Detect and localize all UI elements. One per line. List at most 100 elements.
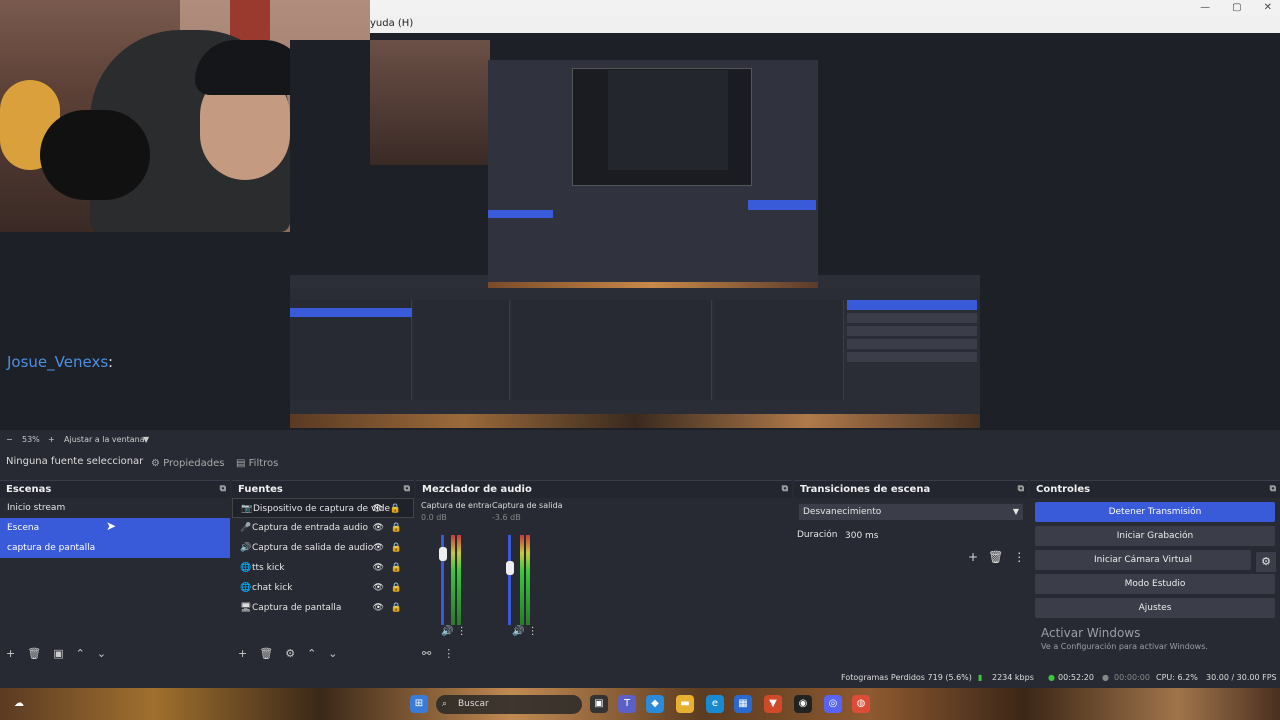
- mixer-channel-controls: 🔊 ⋮: [441, 626, 467, 637]
- preview-mini-btn-2: [847, 313, 977, 323]
- source-item[interactable]: 🖥Captura de pantalla 👁 🔒: [232, 598, 414, 618]
- source-item[interactable]: 🎤Captura de entrada audio 👁 🔒: [232, 518, 414, 538]
- undock-icon[interactable]: ⧉: [782, 481, 788, 498]
- signal-icon: ▮: [978, 673, 983, 682]
- chevron-up-icon[interactable]: ⌃: [76, 647, 85, 660]
- store-icon[interactable]: ▦: [734, 695, 752, 713]
- copilot-icon[interactable]: ◆: [646, 695, 664, 713]
- kebab-menu-icon[interactable]: ⋮: [528, 626, 538, 637]
- source-item[interactable]: 🌐tts kick 👁 🔒: [232, 558, 414, 578]
- studio-mode-button[interactable]: Modo Estudio: [1035, 574, 1275, 594]
- zoom-out-button[interactable]: −: [6, 433, 13, 447]
- lock-icon[interactable]: 🔒: [391, 558, 402, 578]
- chevron-down-icon[interactable]: ▼: [143, 433, 149, 447]
- transition-selected: Desvanecimiento: [803, 507, 882, 517]
- activate-windows-title: Activar Windows: [1041, 626, 1141, 640]
- preview-inner-cam: [370, 40, 490, 165]
- volume-slider[interactable]: [508, 535, 511, 625]
- maximize-button[interactable]: ▢: [1232, 0, 1241, 15]
- obs-icon[interactable]: ◉: [794, 695, 812, 713]
- kebab-menu-icon[interactable]: ⋮: [443, 647, 454, 660]
- volume-slider-knob[interactable]: [506, 561, 514, 575]
- close-button[interactable]: ✕: [1264, 0, 1272, 15]
- undock-icon[interactable]: ⧉: [1270, 481, 1276, 498]
- chevron-down-icon[interactable]: ⌄: [97, 647, 106, 660]
- discord-icon[interactable]: ◎: [824, 695, 842, 713]
- stop-stream-button[interactable]: Detener Transmisión: [1035, 502, 1275, 522]
- undock-icon[interactable]: ⧉: [220, 481, 226, 498]
- taskbar-search[interactable]: ⌕ Buscar: [436, 695, 582, 714]
- eye-icon[interactable]: 👁: [373, 538, 384, 558]
- teams-icon[interactable]: T: [618, 695, 636, 713]
- duration-input[interactable]: 300 ms: [841, 528, 1023, 544]
- minimize-button[interactable]: —: [1200, 0, 1210, 15]
- zoom-fit-label[interactable]: Ajustar a la ventana: [64, 433, 145, 447]
- lock-icon[interactable]: 🔒: [391, 598, 402, 618]
- audio-meter: [520, 535, 524, 625]
- eye-icon[interactable]: 👁: [373, 578, 384, 598]
- speaker-icon[interactable]: 🔊: [512, 626, 524, 637]
- eye-icon[interactable]: 👁: [373, 558, 384, 578]
- brave-icon[interactable]: ▼: [764, 695, 782, 713]
- start-recording-button[interactable]: Iniciar Grabación: [1035, 526, 1275, 546]
- source-label: tts kick: [252, 563, 285, 573]
- kebab-menu-icon[interactable]: ⋮: [457, 626, 467, 637]
- add-icon[interactable]: +: [968, 550, 978, 564]
- bitrate: 2234 kbps: [992, 673, 1034, 682]
- preview-mini-btn-5: [847, 352, 977, 362]
- preview-mini-scene-selected: [290, 308, 412, 317]
- source-item[interactable]: 📷Dispositivo de captura de vide 👁 🔒: [232, 498, 414, 518]
- zoom-in-button[interactable]: +: [48, 433, 55, 447]
- no-source-selected: Ninguna fuente seleccionar: [6, 456, 144, 467]
- trash-icon[interactable]: 🗑: [988, 550, 1003, 564]
- windows-start-icon[interactable]: ⊞: [410, 695, 428, 713]
- properties-tab[interactable]: ⚙ Propiedades: [147, 455, 228, 472]
- filters-tab[interactable]: ▤ Filtros: [232, 455, 282, 472]
- task-view-icon[interactable]: ▣: [590, 695, 608, 713]
- eye-icon[interactable]: 👁: [373, 518, 384, 538]
- stream-status-icon: ●: [1048, 673, 1055, 682]
- transition-select[interactable]: Desvanecimiento ▼: [799, 504, 1023, 520]
- chevron-up-icon[interactable]: ⌃: [307, 647, 316, 660]
- kebab-menu-icon[interactable]: ⋮: [1013, 550, 1025, 564]
- chrome-icon[interactable]: ◍: [852, 695, 870, 713]
- link-icon[interactable]: ⚯: [422, 647, 431, 660]
- lock-icon[interactable]: 🔒: [391, 578, 402, 598]
- preview-inner-screenshot: [488, 60, 818, 292]
- eye-icon[interactable]: 👁: [373, 598, 384, 618]
- gear-icon: ⚙: [151, 458, 160, 469]
- trash-icon[interactable]: 🗑: [27, 647, 41, 660]
- volume-slider-knob[interactable]: [439, 547, 447, 561]
- folder-icon[interactable]: ▬: [676, 695, 694, 713]
- virtual-camera-button[interactable]: Iniciar Cámara Virtual: [1035, 550, 1251, 570]
- source-item[interactable]: 🔊Captura de salida de audio 👁 🔒: [232, 538, 414, 558]
- lock-icon[interactable]: 🔒: [390, 499, 401, 519]
- speaker-icon[interactable]: 🔊: [441, 626, 453, 637]
- widgets-icon[interactable]: ☁: [10, 695, 28, 713]
- lock-icon[interactable]: 🔒: [391, 538, 402, 558]
- scene-item-captura-de-pantalla[interactable]: captura de pantalla: [0, 538, 230, 558]
- chevron-down-icon[interactable]: ⌄: [328, 647, 337, 660]
- filter-icon[interactable]: ▣: [53, 647, 63, 660]
- undock-icon[interactable]: ⧉: [1018, 481, 1024, 498]
- stream-preview[interactable]: [290, 40, 980, 428]
- audio-meter: [457, 535, 461, 625]
- menu-bar[interactable]: yuda (H): [368, 15, 1280, 33]
- mixer-dock: Mezclador de audio ⧉ Captura de entrada …: [416, 480, 792, 668]
- source-item[interactable]: 🌐chat kick 👁 🔒: [232, 578, 414, 598]
- activate-windows-watermark: Activar Windows Ve a Configuración para …: [1041, 626, 1208, 651]
- properties-label: Propiedades: [163, 458, 225, 469]
- scene-item-inicio-stream[interactable]: Inicio stream: [0, 498, 230, 518]
- settings-button[interactable]: Ajustes: [1035, 598, 1275, 618]
- trash-icon[interactable]: 🗑: [259, 647, 273, 660]
- record-time: 00:00:00: [1114, 673, 1150, 682]
- edge-icon[interactable]: e: [706, 695, 724, 713]
- gear-icon[interactable]: ⚙: [285, 647, 295, 660]
- add-icon[interactable]: +: [6, 647, 15, 660]
- eye-icon[interactable]: 👁: [372, 499, 383, 519]
- gear-icon[interactable]: ⚙: [1256, 552, 1276, 572]
- lock-icon[interactable]: 🔒: [391, 518, 402, 538]
- undock-icon[interactable]: ⧉: [404, 481, 410, 498]
- mixer-channel-name: Captura de salida c: [492, 501, 562, 510]
- add-icon[interactable]: +: [238, 647, 247, 660]
